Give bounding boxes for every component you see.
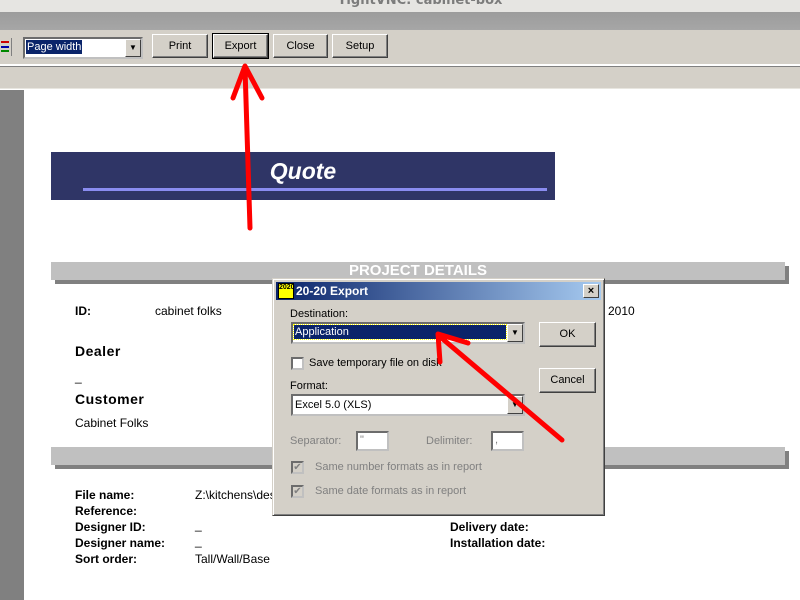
designer-name-label: Designer name: (75, 536, 166, 550)
section-title: PROJECT DETAILS (348, 262, 488, 279)
dealer-value: _ (75, 370, 82, 384)
same-number-checkbox[interactable]: ✔ (291, 461, 304, 474)
dealer-heading: Dealer (75, 343, 121, 359)
chevron-down-icon[interactable]: ▼ (507, 324, 523, 342)
setup-button[interactable]: Setup (332, 34, 388, 58)
vnc-title-bar: TightVNC: cabinet-box (0, 0, 800, 12)
close-icon[interactable]: × (583, 284, 599, 298)
id-value: cabinet folks (155, 304, 222, 318)
delivery-date-label: Delivery date: (450, 520, 529, 534)
app-title-band (0, 12, 800, 30)
separator-field[interactable]: " (356, 431, 389, 451)
format-value: Excel 5.0 (XLS) (295, 399, 372, 411)
app-icon: 2020 (278, 283, 295, 299)
same-date-label: Same date formats as in report (315, 485, 467, 497)
date-value: 2010 (608, 304, 635, 318)
destination-label: Destination: (290, 308, 349, 320)
zoom-select-value: Page width (26, 40, 83, 54)
format-select[interactable]: Excel 5.0 (XLS) ▼ (291, 394, 525, 416)
destination-value: Application (293, 324, 507, 340)
sort-order-value: Tall/Wall/Base (195, 552, 270, 566)
chevron-down-icon[interactable]: ▼ (507, 396, 523, 414)
installation-date-label: Installation date: (450, 536, 546, 550)
same-date-checkbox[interactable]: ✔ (291, 485, 304, 498)
ok-button[interactable]: OK (539, 322, 596, 347)
close-button[interactable]: Close (273, 34, 328, 58)
cancel-button[interactable]: Cancel (539, 368, 596, 393)
separator-label: Separator: (290, 435, 342, 447)
destination-select[interactable]: Application ▼ (291, 322, 525, 344)
save-temp-label: Save temporary file on disk (309, 357, 442, 369)
export-button[interactable]: Export (212, 33, 269, 59)
toolbar: Page width ▼ Print Export Close Setup (0, 30, 800, 65)
export-dialog: 2020 20-20 Export × Destination: Applica… (272, 278, 605, 516)
dialog-title: 20-20 Export (296, 284, 369, 298)
file-name-value: Z:\kitchens\des (195, 488, 276, 502)
zoom-select[interactable]: Page width ▼ (23, 37, 143, 59)
id-label: ID: (75, 304, 91, 318)
banner-underline (83, 188, 547, 191)
sort-order-label: Sort order: (75, 552, 138, 566)
designer-id-label: Designer ID: (75, 520, 146, 534)
delimiter-label: Delimiter: (426, 435, 473, 447)
same-number-label: Same number formats as in report (315, 461, 482, 473)
print-button[interactable]: Print (152, 34, 208, 58)
delimiter-field[interactable]: , (491, 431, 524, 451)
reference-label: Reference: (75, 504, 138, 518)
save-temp-checkbox[interactable] (291, 357, 304, 370)
view-icon[interactable] (0, 38, 12, 56)
dialog-title-bar[interactable]: 2020 20-20 Export × (276, 282, 601, 300)
page-margin (0, 90, 24, 600)
designer-id-value: _ (195, 518, 202, 532)
secondary-toolbar (0, 66, 800, 89)
customer-heading: Customer (75, 391, 145, 407)
file-name-label: File name: (75, 488, 135, 502)
designer-name-value: _ (195, 534, 202, 548)
format-label: Format: (290, 380, 328, 392)
window-title: TightVNC: cabinet-box (337, 0, 503, 8)
report-title: Quote (269, 158, 337, 184)
customer-value: Cabinet Folks (75, 416, 149, 430)
quote-banner: Quote (51, 152, 555, 200)
chevron-down-icon[interactable]: ▼ (125, 39, 141, 57)
